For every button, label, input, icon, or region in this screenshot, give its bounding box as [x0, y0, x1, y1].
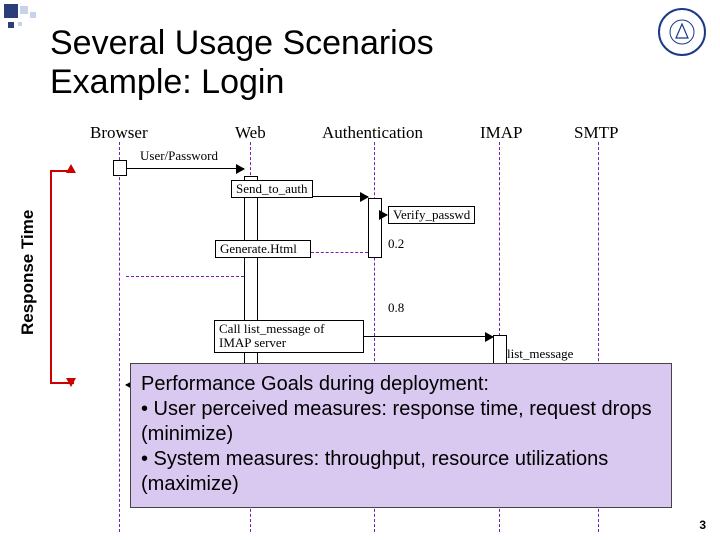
lane-imap: IMAP	[480, 123, 523, 143]
overlay-line-2: • User perceived measures: response time…	[141, 397, 661, 447]
response-time-arrow-bottom	[66, 378, 76, 387]
label-verify-passwd: Verify_passwd	[388, 206, 475, 224]
arrow-verify-passwd	[381, 214, 387, 215]
label-value-02: 0.2	[388, 236, 404, 252]
axis-response-time: Response Time	[18, 210, 38, 335]
overlay-line-3: • System measures: throughput, resource …	[141, 447, 661, 497]
lane-browser: Browser	[90, 123, 148, 143]
activation-browser-1	[113, 160, 127, 176]
activation-web-1	[244, 176, 258, 388]
response-time-bracket	[50, 170, 74, 384]
label-user-password: User/Password	[140, 148, 218, 164]
lane-smtp: SMTP	[574, 123, 618, 143]
label-send-to-auth: Send_to_auth	[231, 180, 313, 198]
title-line-2: Example: Login	[50, 63, 284, 101]
slide-number: 3	[699, 518, 706, 532]
title-line-1: Several Usage Scenarios	[50, 24, 434, 62]
institute-logo-icon	[658, 8, 706, 56]
performance-goals-overlay: Performance Goals during deployment: • U…	[130, 363, 672, 508]
label-list-message: list_message	[507, 346, 573, 362]
lane-web: Web	[235, 123, 266, 143]
activation-auth-1	[368, 198, 382, 258]
label-call-list-message: Call list_message of IMAP server	[214, 320, 364, 353]
overlay-line-1: Performance Goals during deployment:	[141, 372, 661, 397]
return-web-to-browser-1	[126, 276, 244, 277]
label-generate-html: Generate.Html	[215, 240, 311, 258]
lane-authentication: Authentication	[322, 123, 423, 143]
label-value-08: 0.8	[388, 300, 404, 316]
response-time-arrow-top	[66, 164, 76, 173]
arrow-user-password	[126, 168, 244, 169]
lifeline-browser	[119, 142, 120, 532]
slide-title: Several Usage Scenarios Example: Login	[50, 24, 434, 102]
